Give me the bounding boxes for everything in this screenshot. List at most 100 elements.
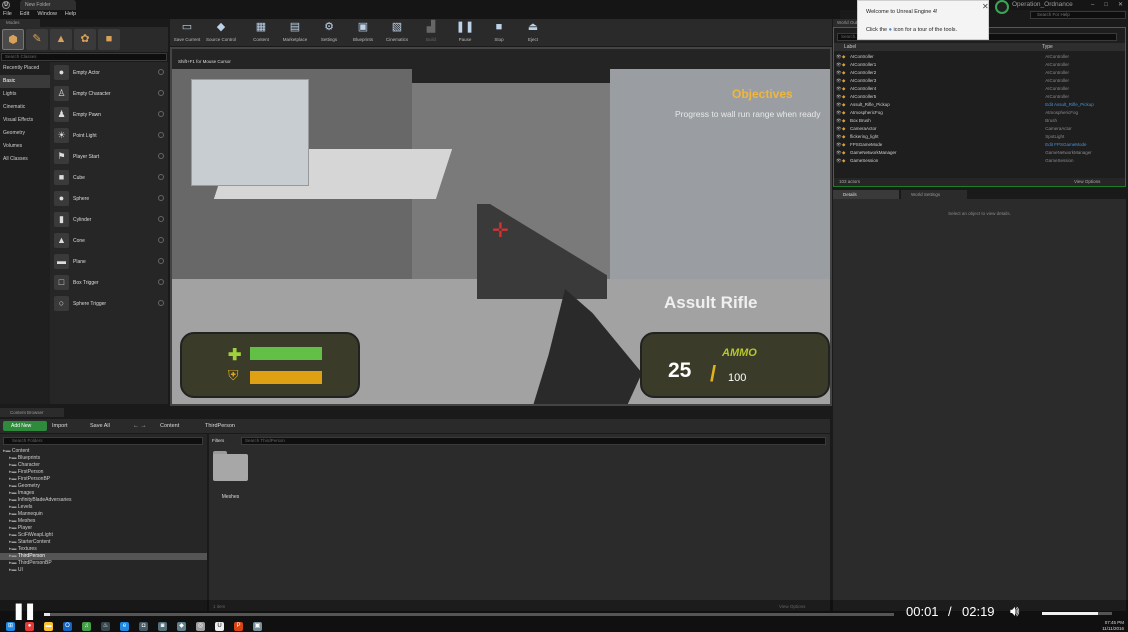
folder-tree-item[interactable]: ▸▬ ThirdPerson <box>0 553 207 560</box>
visibility-eye-icon[interactable]: 👁︎ <box>834 77 842 85</box>
modes-search-input[interactable]: Search Classes <box>1 53 167 61</box>
outliner-col-label[interactable]: Label <box>844 43 856 51</box>
place-item-sphere-trigger[interactable]: ○ Sphere Trigger <box>50 293 168 314</box>
visibility-eye-icon[interactable]: 👁︎ <box>834 53 842 61</box>
breadcrumb-thirdperson[interactable]: ThirdPerson <box>205 421 235 431</box>
place-item-empty-pawn[interactable]: ♟ Empty Pawn <box>50 104 168 125</box>
menu-help[interactable]: Help <box>65 10 76 19</box>
visibility-eye-icon[interactable]: 👁︎ <box>834 101 842 109</box>
pause-icon[interactable]: ❚❚ <box>12 604 37 620</box>
document-tab[interactable]: New Folder <box>20 0 76 10</box>
visibility-eye-icon[interactable]: 👁︎ <box>834 61 842 69</box>
unreal-icon[interactable]: U <box>215 621 224 631</box>
outliner-row[interactable]: 👁︎ ◆ AIController4 AIController <box>834 85 1125 93</box>
video-progress-track[interactable] <box>44 613 894 616</box>
add-new-button[interactable]: Add New <box>3 421 47 431</box>
tab-details[interactable]: Details <box>833 190 899 199</box>
maximize-button[interactable]: □ <box>1104 0 1108 10</box>
windows-icon[interactable]: ⊞ <box>6 621 15 631</box>
save-current-button[interactable]: ▭ Save Current <box>170 19 204 46</box>
place-item-empty-actor[interactable]: ● Empty Actor <box>50 62 168 83</box>
place-item-cone[interactable]: ▲ Cone <box>50 230 168 251</box>
folder-tree-item[interactable]: ▸▬ Levels <box>0 504 207 511</box>
app-icon[interactable]: ◘ <box>139 621 148 631</box>
folder-tree-item[interactable]: ▸▬ FirstPerson <box>0 469 207 476</box>
tab-world-settings[interactable]: World Settings <box>901 190 967 199</box>
outliner-row[interactable]: 👁︎ ◆ AIController3 AIController <box>834 77 1125 85</box>
stop-button[interactable]: ■ Stop <box>482 19 516 46</box>
outliner-row[interactable]: 👁︎ ◆ CameraActor CameraActor <box>834 125 1125 133</box>
category-basic[interactable]: Basic <box>0 75 50 88</box>
outliner-row[interactable]: 👁︎ ◆ Assult_Rifle_Pickup Edit Assult_Rifle_… <box>834 101 1125 109</box>
steam-icon[interactable]: ♨ <box>101 621 110 631</box>
search-help-input[interactable]: Search For Help <box>1030 11 1126 19</box>
menu-window[interactable]: Window <box>37 10 57 19</box>
app2-icon[interactable]: ◙ <box>158 621 167 631</box>
category-volumes[interactable]: Volumes <box>0 140 50 153</box>
eject-button[interactable]: ⏏ Eject <box>516 19 550 46</box>
visibility-eye-icon[interactable]: 👁︎ <box>834 133 842 141</box>
outliner-row[interactable]: 👁︎ ◆ FPSGameMode Edit FPSGameMode <box>834 141 1125 149</box>
outliner-row[interactable]: 👁︎ ◆ AtmosphericFog AtmosphericFog <box>834 109 1125 117</box>
folder-tree-item[interactable]: ▸▬ StarterContent <box>0 539 207 546</box>
folder-tree-item[interactable]: ▸▬ Meshes <box>0 518 207 525</box>
settings-button[interactable]: ⚙ Settings <box>312 19 346 46</box>
visibility-eye-icon[interactable]: 👁︎ <box>834 125 842 133</box>
folder-tree-item[interactable]: ▸▬ ThirdPersonBP <box>0 560 207 567</box>
place-item-cube[interactable]: ■ Cube <box>50 167 168 188</box>
outliner-row[interactable]: 👁︎ ◆ GameNetworkManager GameNetworkManager <box>834 149 1125 157</box>
place-item-plane[interactable]: ▬ Plane <box>50 251 168 272</box>
menu-edit[interactable]: Edit <box>20 10 29 19</box>
category-geometry[interactable]: Geometry <box>0 127 50 140</box>
folder-tree-item[interactable]: ▸▬ Content <box>0 448 207 455</box>
minimize-button[interactable]: – <box>1091 0 1094 10</box>
source-control-status-icon[interactable] <box>995 0 1009 14</box>
landscape-mode-icon[interactable]: ▲ <box>50 29 72 50</box>
outliner-row[interactable]: 👁︎ ◆ AIController5 AIController <box>834 93 1125 101</box>
game-viewport[interactable]: Shift+F1 for Mouse Cursor ✛ Objectives P… <box>170 47 832 406</box>
folder-tree-item[interactable]: ▸▬ Images <box>0 490 207 497</box>
category-cinematic[interactable]: Cinematic <box>0 101 50 114</box>
outliner-row[interactable]: 👁︎ ◆ AIController2 AIController <box>834 69 1125 77</box>
visibility-eye-icon[interactable]: 👁︎ <box>834 149 842 157</box>
category-all-classes[interactable]: All Classes <box>0 153 50 166</box>
place-item-empty-character[interactable]: ♙ Empty Character <box>50 83 168 104</box>
place-mode-icon[interactable]: ⬢ <box>2 29 24 50</box>
visibility-eye-icon[interactable]: 👁︎ <box>834 117 842 125</box>
folder-tree-item[interactable]: ▸▬ InfinityBladeAdversaries <box>0 497 207 504</box>
outliner-row-type[interactable]: Edit Assult_Rifle_Pickup <box>1045 101 1125 109</box>
build-button[interactable]: ▟ Build <box>414 19 448 46</box>
blueprints-button[interactable]: ▣ Blueprints <box>346 19 380 46</box>
folder-tree-item[interactable]: ▸▬ Character <box>0 462 207 469</box>
content-button[interactable]: ▦ Content <box>244 19 278 46</box>
marketplace-button[interactable]: ▤ Marketplace <box>278 19 312 46</box>
visibility-eye-icon[interactable]: 👁︎ <box>834 93 842 101</box>
powerpoint-icon[interactable]: P <box>234 621 243 631</box>
forward-arrow-icon[interactable]: → <box>141 423 147 429</box>
volume-icon[interactable]: 🔊︎ <box>1010 603 1019 620</box>
content-browser-tab[interactable]: Content Browser <box>0 408 64 417</box>
modes-tab[interactable]: Modes <box>0 19 40 27</box>
cinematics-button[interactable]: ▧ Cinematics <box>380 19 414 46</box>
outliner-row[interactable]: 👁︎ ◆ flickering_light SpotLight <box>834 133 1125 141</box>
folder-tree-item[interactable]: ▸▬ Player <box>0 525 207 532</box>
breadcrumb-content[interactable]: Content <box>160 421 179 431</box>
back-arrow-icon[interactable]: ← <box>133 423 139 429</box>
close-window-button[interactable]: ✕ <box>1118 0 1123 10</box>
place-item-box-trigger[interactable]: □ Box Trigger <box>50 272 168 293</box>
filters-button[interactable]: Filters <box>212 437 224 445</box>
outliner-row[interactable]: 👁︎ ◆ GameSession GameSession <box>834 157 1125 165</box>
spotify-icon[interactable]: ♫ <box>82 621 91 631</box>
asset-search-input[interactable]: Search ThirdPerson <box>241 437 826 445</box>
outlook-icon[interactable]: O <box>63 621 72 631</box>
folder-tree-item[interactable]: ▸▬ UI <box>0 567 207 574</box>
outliner-row[interactable]: 👁︎ ◆ AIController1 AIController <box>834 61 1125 69</box>
folder-tree-item[interactable]: ▸▬ SciFiWeapLight <box>0 532 207 539</box>
unity-icon[interactable]: ◎ <box>196 621 205 631</box>
chrome-icon[interactable]: ● <box>25 621 34 631</box>
asset-folder-tile[interactable] <box>213 454 248 481</box>
place-item-cylinder[interactable]: ▮ Cylinder <box>50 209 168 230</box>
app3-icon[interactable]: ◆ <box>177 621 186 631</box>
visibility-eye-icon[interactable]: 👁︎ <box>834 157 842 165</box>
visibility-eye-icon[interactable]: 👁︎ <box>834 85 842 93</box>
